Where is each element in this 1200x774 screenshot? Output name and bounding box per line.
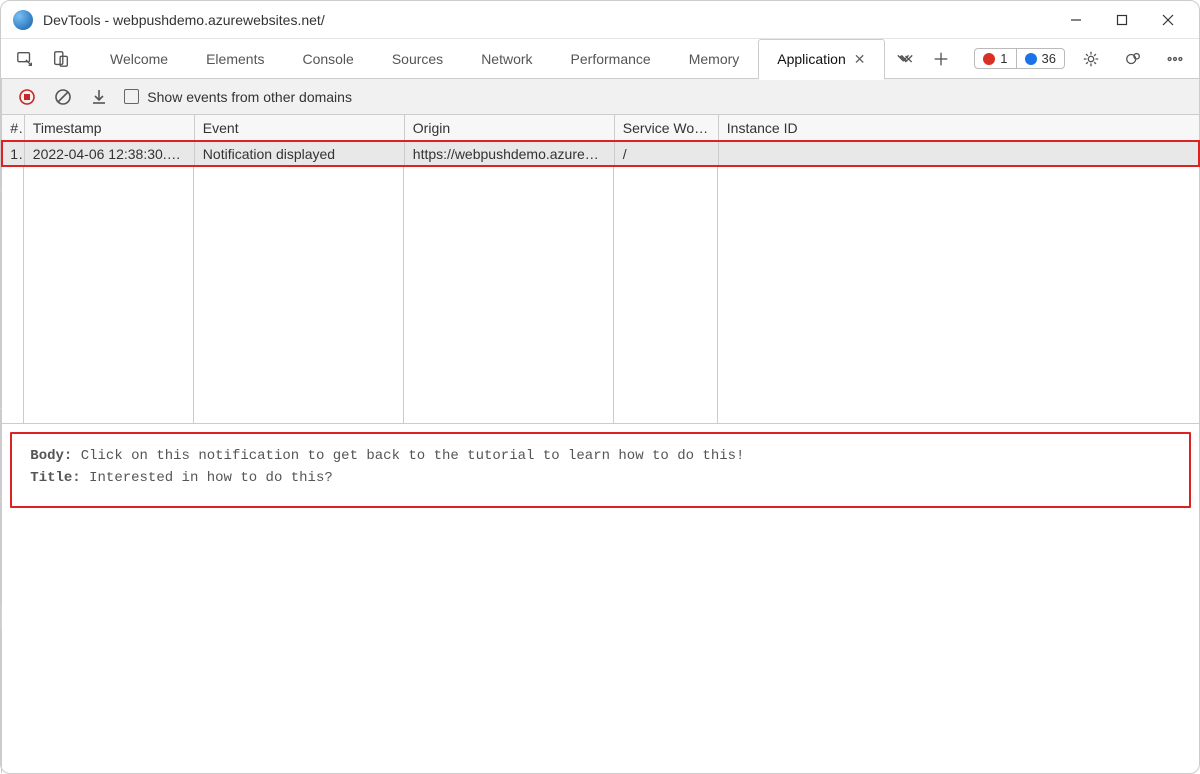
info-icon	[1025, 53, 1037, 65]
table-empty-area	[2, 167, 1199, 425]
tab-label: Memory	[689, 51, 740, 67]
detail-key: Body:	[30, 448, 72, 464]
tab-network[interactable]: Network	[462, 39, 551, 79]
new-tab-icon[interactable]	[925, 43, 957, 75]
maximize-button[interactable]	[1099, 1, 1145, 39]
tab-label: Elements	[206, 51, 264, 67]
cell-event: Notification displayed	[194, 141, 404, 166]
clear-button[interactable]	[52, 86, 74, 108]
col-header[interactable]: Origin	[404, 115, 614, 141]
tabs-list: Welcome Elements Console Sources Network…	[91, 39, 885, 79]
table-header-row: # Timestamp Event Origin Service Wor… In…	[2, 115, 1199, 141]
tab-label: Welcome	[110, 51, 168, 67]
window-titlebar: DevTools - webpushdemo.azurewebsites.net…	[1, 1, 1199, 39]
events-table: # Timestamp Event Origin Service Wor… In…	[2, 115, 1199, 167]
inspect-element-icon[interactable]	[9, 43, 41, 75]
cell-idx: 1	[2, 141, 24, 166]
tab-label: Performance	[571, 51, 651, 67]
window-title: DevTools - webpushdemo.azurewebsites.net…	[43, 12, 325, 28]
tabs-overflow-icon[interactable]	[889, 43, 921, 75]
checkbox-label: Show events from other domains	[147, 89, 352, 105]
col-header[interactable]: Service Wor…	[614, 115, 718, 141]
cell-origin: https://webpushdemo.azure…	[404, 141, 614, 166]
tab-label: Sources	[392, 51, 443, 67]
show-other-domains-checkbox[interactable]: Show events from other domains	[124, 89, 352, 105]
cell-instance	[718, 141, 1199, 166]
tab-performance[interactable]: Performance	[552, 39, 670, 79]
error-icon	[983, 53, 995, 65]
minimize-button[interactable]	[1053, 1, 1099, 39]
main-area: Application Manifest Service Workers Sto…	[1, 79, 1199, 773]
col-header[interactable]: Instance ID	[718, 115, 1199, 141]
settings-icon[interactable]	[1075, 43, 1107, 75]
issues-badge[interactable]: 1 36	[974, 48, 1065, 69]
record-button[interactable]	[16, 86, 38, 108]
tab-elements[interactable]: Elements	[187, 39, 283, 79]
tab-sources[interactable]: Sources	[373, 39, 462, 79]
download-button[interactable]	[88, 86, 110, 108]
notifications-panel: Show events from other domains # Timesta…	[2, 79, 1199, 773]
errors-count: 1	[1000, 51, 1007, 66]
devtools-tabs-bar: Welcome Elements Console Sources Network…	[1, 39, 1199, 79]
cell-timestamp: 2022-04-06 12:38:30.8…	[24, 141, 194, 166]
detail-value: Interested in how to do this?	[89, 470, 333, 486]
more-menu-icon[interactable]	[1159, 43, 1191, 75]
tab-label: Network	[481, 51, 532, 67]
checkbox-icon	[124, 89, 139, 104]
feedback-icon[interactable]	[1117, 43, 1149, 75]
close-button[interactable]	[1145, 1, 1191, 39]
detail-value: Click on this notification to get back t…	[81, 448, 745, 464]
event-details: Body: Click on this notification to get …	[10, 432, 1191, 508]
detail-key: Title:	[30, 470, 80, 486]
tab-console[interactable]: Console	[283, 39, 372, 79]
tab-welcome[interactable]: Welcome	[91, 39, 187, 79]
table-row[interactable]: 1 2022-04-06 12:38:30.8… Notification di…	[2, 141, 1199, 166]
info-count: 36	[1042, 51, 1056, 66]
col-header[interactable]: Event	[194, 115, 404, 141]
app-icon	[13, 10, 33, 30]
device-toolbar-icon[interactable]	[45, 43, 77, 75]
tab-application[interactable]: Application ✕	[758, 39, 884, 79]
tab-memory[interactable]: Memory	[670, 39, 759, 79]
panel-toolbar: Show events from other domains	[2, 79, 1199, 115]
tab-label: Console	[302, 51, 353, 67]
close-icon[interactable]: ✕	[854, 51, 866, 68]
col-header[interactable]: #	[2, 115, 24, 141]
tab-label: Application	[777, 51, 846, 67]
cell-sw: /	[614, 141, 718, 166]
col-header[interactable]: Timestamp	[24, 115, 194, 141]
